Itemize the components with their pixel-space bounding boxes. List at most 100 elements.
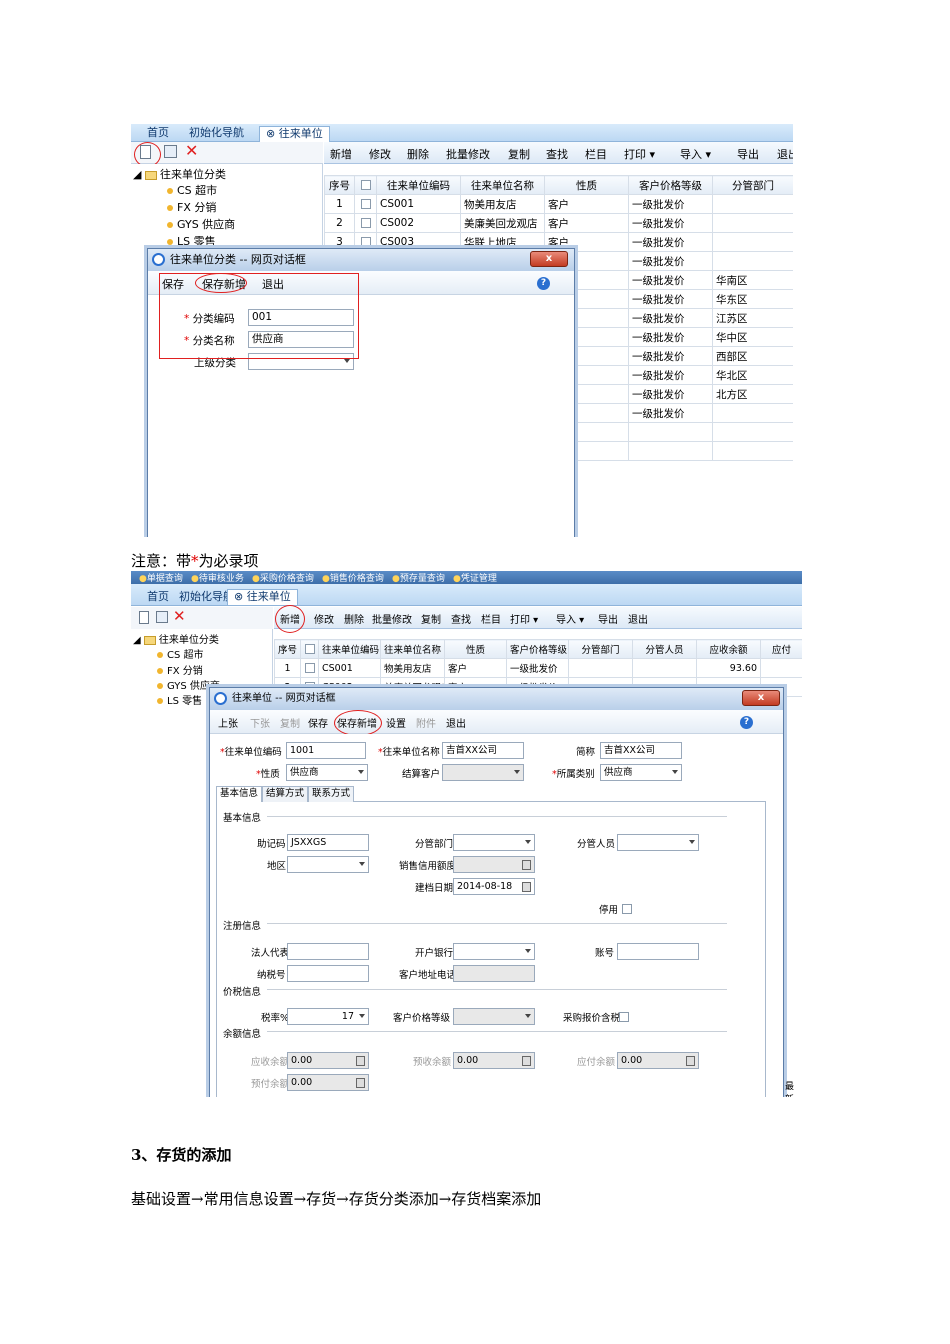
prepay-input[interactable]: 0.00 <box>453 1052 535 1069</box>
advance-input[interactable]: 0.00 <box>287 1074 369 1091</box>
column-header[interactable]: 分管部门 <box>568 639 633 659</box>
subtab-basic[interactable]: 基本信息 <box>216 786 263 802</box>
tab-home[interactable]: 首页 <box>141 126 175 142</box>
batch-modify-button[interactable]: 批量修改 <box>372 611 412 626</box>
dept-select[interactable] <box>453 834 535 851</box>
calculator-icon[interactable] <box>522 1056 531 1066</box>
column-header[interactable] <box>300 639 319 659</box>
column-header[interactable]: 往来单位编码 <box>318 639 381 659</box>
short-input[interactable]: 吉首XX公司 <box>600 742 682 759</box>
settings-button[interactable]: 设置 <box>386 715 406 730</box>
code-input[interactable]: 1001 <box>286 742 366 759</box>
copy-button[interactable]: 复制 <box>421 611 441 626</box>
tree-root[interactable]: ◢ 往来单位分类 <box>133 166 226 182</box>
attachment-button[interactable]: 附件 <box>416 715 436 730</box>
legal-input[interactable] <box>287 943 369 960</box>
modify-button[interactable]: 修改 <box>369 146 391 162</box>
close-button[interactable]: x <box>530 251 568 267</box>
exit-button[interactable]: 退出 <box>777 146 793 162</box>
tab-partners[interactable]: ⊗ 往来单位 <box>227 589 298 605</box>
calculator-icon[interactable] <box>522 860 531 870</box>
close-tab-icon[interactable]: ⊗ <box>234 590 243 603</box>
nature-select[interactable]: 供应商 <box>286 764 368 781</box>
column-header[interactable]: 往来单位名称 <box>460 175 545 195</box>
tree-item-ls[interactable]: LS 零售 <box>157 692 202 707</box>
tree-item-cs[interactable]: CS 超市 <box>167 182 217 198</box>
delete-button[interactable]: 删除 <box>344 611 364 626</box>
column-header[interactable]: 应收余额 <box>696 639 761 659</box>
top-nav-item[interactable]: ●单据查询 <box>139 571 183 584</box>
column-header[interactable] <box>354 175 377 195</box>
column-header[interactable]: 性质 <box>544 175 629 195</box>
credit-input[interactable] <box>453 856 535 873</box>
tab-init-nav[interactable]: 初始化导航 <box>183 126 250 142</box>
tree-root[interactable]: ◢ 往来单位分类 <box>133 631 219 646</box>
columns-button[interactable]: 栏目 <box>585 146 607 162</box>
column-header[interactable]: 客户价格等级 <box>628 175 713 195</box>
top-nav-item[interactable]: ●待审核业务 <box>191 571 244 584</box>
select-all-checkbox[interactable] <box>304 644 315 654</box>
column-header[interactable]: 序号 <box>324 175 355 195</box>
export-button[interactable]: 导出 <box>598 611 618 626</box>
prev-button[interactable]: 上张 <box>218 715 238 730</box>
delete-icon[interactable]: ✕ <box>185 141 198 160</box>
column-header[interactable]: 分管部门 <box>712 175 793 195</box>
close-tab-icon[interactable]: ⊗ <box>266 127 275 140</box>
top-nav-item[interactable]: ●凭证管理 <box>453 571 497 584</box>
table-row[interactable]: 1 CS001 物美用友店 客户 一级批发价 <box>324 194 793 214</box>
help-icon[interactable]: ? <box>740 716 753 729</box>
rate-select[interactable]: 17 <box>287 1008 369 1025</box>
column-header[interactable]: 往来单位编码 <box>376 175 461 195</box>
subtab-settlement[interactable]: 结算方式 <box>262 786 309 802</box>
top-nav-item[interactable]: ●采购价格查询 <box>252 571 314 584</box>
bank-select[interactable] <box>453 943 535 960</box>
save-button[interactable]: 保存 <box>308 715 328 730</box>
delete-button[interactable]: 删除 <box>407 146 429 162</box>
print-button[interactable]: 打印 ▾ <box>510 611 538 626</box>
find-button[interactable]: 查找 <box>451 611 471 626</box>
tree-item-fx[interactable]: FX 分销 <box>167 199 216 215</box>
add-button[interactable]: 新增 <box>330 146 352 162</box>
exit-button[interactable]: 退出 <box>628 611 648 626</box>
table-row[interactable]: 2 CS002美廉美回龙观店客户一级批发价 <box>324 213 793 233</box>
exit-button[interactable]: 退出 <box>446 715 466 730</box>
ap-input[interactable]: 0.00 <box>617 1052 699 1069</box>
top-nav-item[interactable]: ●销售价格查询 <box>322 571 384 584</box>
taxno-input[interactable] <box>287 965 369 982</box>
region-select[interactable] <box>287 856 369 873</box>
row-checkbox[interactable] <box>360 199 371 209</box>
batch-modify-button[interactable]: 批量修改 <box>446 146 490 162</box>
row-checkbox[interactable] <box>360 237 371 247</box>
date-input[interactable]: 2014-08-18 <box>453 878 535 895</box>
modify-button[interactable]: 修改 <box>314 611 334 626</box>
edit-icon[interactable] <box>156 611 168 623</box>
column-header[interactable]: 分管人员 <box>632 639 697 659</box>
column-header[interactable]: 应付 <box>760 639 802 659</box>
disabled-checkbox[interactable] <box>622 904 632 914</box>
tree-item-cs[interactable]: CS 超市 <box>157 646 204 661</box>
tab-home[interactable]: 首页 <box>141 590 175 606</box>
row-checkbox[interactable] <box>360 218 371 228</box>
row-checkbox[interactable] <box>304 663 315 673</box>
select-all-checkbox[interactable] <box>360 180 371 190</box>
close-button[interactable]: x <box>742 690 780 706</box>
tree-item-gys[interactable]: GYS 供应商 <box>167 216 235 232</box>
copy-button[interactable]: 复制 <box>508 146 530 162</box>
column-header[interactable]: 客户价格等级 <box>506 639 569 659</box>
table-row[interactable]: 1 CS001 物美用友店 客户 一级批发价 93.60 <box>274 658 802 678</box>
address-input[interactable] <box>453 965 535 982</box>
column-header[interactable]: 往来单位名称 <box>380 639 445 659</box>
print-button[interactable]: 打印 ▾ <box>624 146 655 162</box>
tab-partners[interactable]: ⊗ 往来单位 <box>259 126 330 142</box>
calendar-icon[interactable] <box>522 882 531 892</box>
edit-icon[interactable] <box>164 145 177 158</box>
tree-item-ls[interactable]: LS 零售 <box>167 233 216 249</box>
tree-item-fx[interactable]: FX 分销 <box>157 662 203 677</box>
export-button[interactable]: 导出 <box>737 146 759 162</box>
name-input[interactable]: 吉首XX公司 <box>442 742 524 759</box>
staff-select[interactable] <box>617 834 699 851</box>
calculator-icon[interactable] <box>686 1056 695 1066</box>
ar-input[interactable]: 0.00 <box>287 1052 369 1069</box>
calculator-icon[interactable] <box>356 1056 365 1066</box>
delete-icon[interactable]: ✕ <box>173 607 186 625</box>
